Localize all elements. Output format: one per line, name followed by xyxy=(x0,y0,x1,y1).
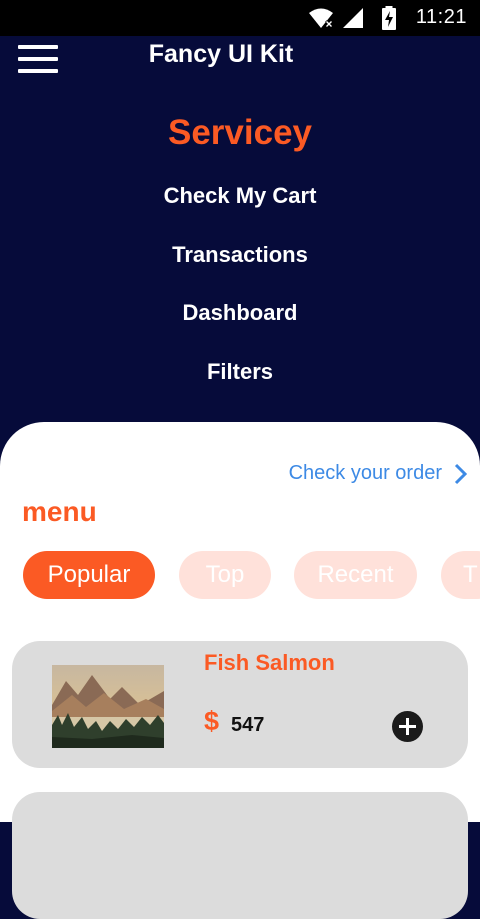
check-order-label: Check your order xyxy=(288,462,442,484)
cell-signal-icon xyxy=(343,8,363,28)
nav-links: Check My Cart Transactions Dashboard Fil… xyxy=(0,183,480,417)
item-image xyxy=(52,665,164,748)
tab-popular[interactable]: Popular xyxy=(23,551,155,599)
tab-partial[interactable]: T xyxy=(441,551,480,599)
nav-link-check-my-cart[interactable]: Check My Cart xyxy=(0,183,480,242)
item-name: Fish Salmon xyxy=(204,650,335,675)
battery-charging-icon xyxy=(382,6,396,30)
currency-symbol: $ xyxy=(204,706,220,736)
app-title: Fancy UI Kit xyxy=(148,40,294,68)
nav-link-dashboard[interactable]: Dashboard xyxy=(0,300,480,359)
add-item-button[interactable] xyxy=(392,711,423,742)
category-tabs: Popular Top Recent T xyxy=(23,551,480,599)
chevron-right-icon xyxy=(454,463,468,484)
item-card[interactable]: Fish Salmon $ 547 xyxy=(12,641,468,768)
tab-recent[interactable]: Recent xyxy=(294,551,417,599)
check-order-link[interactable]: Check your order xyxy=(289,462,468,485)
app-bar: Fancy UI Kit xyxy=(0,36,480,82)
tab-top[interactable]: Top xyxy=(179,551,271,599)
wifi-icon xyxy=(309,8,333,28)
section-label: menu xyxy=(22,496,97,527)
nav-link-transactions[interactable]: Transactions xyxy=(0,242,480,301)
item-price: 547 xyxy=(231,714,265,736)
content-sheet: Check your order menu Popular Top Recent… xyxy=(0,422,480,919)
item-card[interactable] xyxy=(12,792,468,919)
status-bar: 11:21 xyxy=(0,0,480,36)
brand-title: Servicey xyxy=(167,113,313,152)
status-time: 11:21 xyxy=(415,6,467,28)
nav-link-filters[interactable]: Filters xyxy=(0,359,480,418)
status-icons xyxy=(308,6,396,30)
